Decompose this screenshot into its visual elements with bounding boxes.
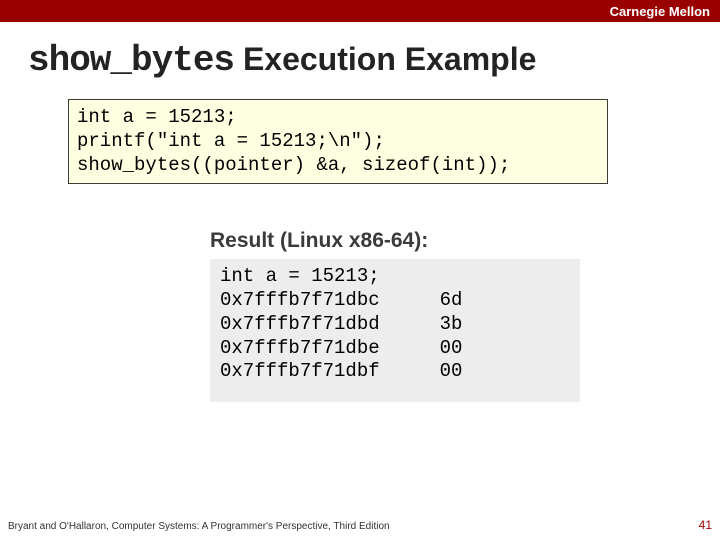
result-heading: Result (Linux x86-64): xyxy=(210,229,720,253)
result-val: 3b xyxy=(440,313,463,337)
result-first-line: int a = 15213; xyxy=(220,265,570,289)
result-val: 00 xyxy=(440,337,463,361)
result-row: 0x7fffb7f71dbd 3b xyxy=(220,313,462,337)
code-line-3: show_bytes((pointer) &a, sizeof(int)); xyxy=(77,154,510,176)
code-line-1: int a = 15213; xyxy=(77,106,237,128)
footer-attribution: Bryant and O'Hallaron, Computer Systems:… xyxy=(8,521,390,532)
title-mono: show_bytes xyxy=(28,40,234,81)
code-line-2: printf("int a = 15213;\n"); xyxy=(77,130,385,152)
result-row: 0x7fffb7f71dbf 00 xyxy=(220,360,462,384)
university-label: Carnegie Mellon xyxy=(610,4,710,19)
result-addr: 0x7fffb7f71dbf xyxy=(220,360,440,384)
result-box: int a = 15213; 0x7fffb7f71dbc 6d 0x7fffb… xyxy=(210,259,580,402)
result-section: Result (Linux x86-64): int a = 15213; 0x… xyxy=(210,229,720,402)
result-row: 0x7fffb7f71dbc 6d xyxy=(220,289,462,313)
result-addr: 0x7fffb7f71dbe xyxy=(220,337,440,361)
result-table: 0x7fffb7f71dbc 6d 0x7fffb7f71dbd 3b 0x7f… xyxy=(220,289,462,384)
result-addr: 0x7fffb7f71dbd xyxy=(220,313,440,337)
code-box: int a = 15213; printf("int a = 15213;\n"… xyxy=(68,99,608,184)
result-val: 6d xyxy=(440,289,463,313)
page-number: 41 xyxy=(699,518,712,532)
slide-title: show_bytes Execution Example xyxy=(28,40,720,81)
footer: Bryant and O'Hallaron, Computer Systems:… xyxy=(8,518,712,532)
header-bar: Carnegie Mellon xyxy=(0,0,720,22)
result-row: 0x7fffb7f71dbe 00 xyxy=(220,337,462,361)
result-addr: 0x7fffb7f71dbc xyxy=(220,289,440,313)
result-val: 00 xyxy=(440,360,463,384)
title-rest: Execution Example xyxy=(234,41,536,77)
